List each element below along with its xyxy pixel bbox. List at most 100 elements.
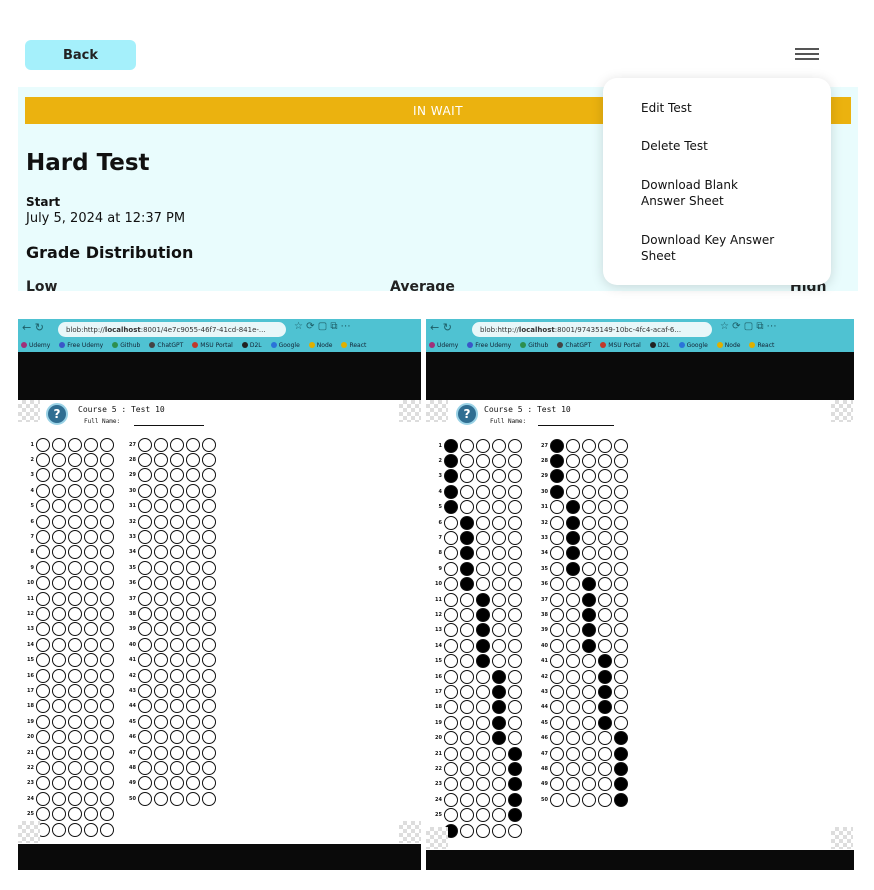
answer-bubble — [444, 453, 458, 468]
answer-bubble — [154, 791, 168, 806]
browser-nav-icons[interactable]: ← ↻ — [22, 321, 44, 334]
bookmark-github[interactable]: Github — [520, 341, 548, 349]
back-button[interactable]: Back — [25, 40, 136, 70]
answer-bubble — [492, 515, 506, 530]
answer-bubble — [444, 469, 458, 484]
answer-bubble — [476, 654, 490, 669]
bookmark-react[interactable]: React — [341, 341, 366, 349]
question-number: 32 — [541, 519, 548, 526]
answer-bubble — [36, 483, 50, 498]
question-number: 31 — [129, 503, 136, 510]
answer-bubble — [492, 530, 506, 545]
answer-bubble — [154, 468, 168, 483]
answer-bubble — [460, 607, 474, 622]
bookmark-node[interactable]: Node — [716, 341, 740, 349]
question-row: 31 — [536, 500, 630, 515]
answer-bubble — [476, 731, 490, 746]
answer-bubble — [202, 560, 216, 575]
answer-bubble — [186, 745, 200, 760]
question-row: 41 — [536, 654, 630, 669]
bookmark-github[interactable]: Github — [112, 341, 140, 349]
answer-bubble — [100, 468, 114, 483]
bookmark-node[interactable]: Node — [308, 341, 332, 349]
answer-bubble — [36, 637, 50, 652]
answer-bubble — [36, 622, 50, 637]
question-row: 50 — [536, 792, 630, 807]
answer-bubble — [444, 731, 458, 746]
answer-bubble — [508, 777, 522, 792]
answer-bubble — [444, 577, 458, 592]
bookmark-free-udemy[interactable]: Free Udemy — [467, 341, 511, 349]
answer-bubble — [68, 730, 82, 745]
answer-bubble — [582, 500, 596, 515]
menu-item-download-blank[interactable]: Download Blank Answer Sheet — [641, 177, 781, 209]
bookmark-google[interactable]: Google — [270, 341, 300, 349]
browser-action-icons[interactable]: ☆ ⟳ ▢ ⧉ ⋯ — [294, 321, 351, 332]
address-bar[interactable]: blob:http://localhost:8001/97435149-10bc… — [472, 322, 712, 337]
question-number: 15 — [27, 657, 34, 664]
answer-bubble — [582, 746, 596, 761]
bookmark-react[interactable]: React — [749, 341, 774, 349]
bookmark-udemy[interactable]: Udemy — [21, 341, 50, 349]
question-number: 6 — [438, 519, 442, 526]
address-bar[interactable]: blob:http://localhost:8001/4e7c9055-46f7… — [58, 322, 286, 337]
answer-bubble — [202, 668, 216, 683]
answer-bubble — [492, 607, 506, 622]
bookmark-chatgpt[interactable]: ChatGPT — [149, 341, 183, 349]
answer-bubble — [598, 654, 612, 669]
answer-bubble — [614, 715, 628, 730]
question-row: 8 — [430, 546, 524, 561]
answer-bubble — [202, 760, 216, 775]
answer-bubble — [444, 654, 458, 669]
answer-bubble — [36, 791, 50, 806]
menu-item-delete-test[interactable]: Delete Test — [641, 138, 708, 154]
question-number: 24 — [27, 795, 34, 802]
bookmark-icon — [308, 341, 315, 348]
answer-bubble — [52, 483, 66, 498]
answer-bubble — [492, 823, 506, 838]
bookmark-d2l[interactable]: D2L — [241, 341, 262, 349]
question-number: 31 — [541, 504, 548, 511]
menu-item-download-key[interactable]: Download Key Answer Sheet — [641, 232, 781, 264]
bookmark-chatgpt[interactable]: ChatGPT — [557, 341, 591, 349]
answer-bubble — [68, 591, 82, 606]
answer-bubble — [460, 700, 474, 715]
answer-bubble — [476, 546, 490, 561]
browser-action-icons[interactable]: ☆ ⟳ ▢ ⧉ ⋯ — [720, 321, 777, 332]
question-number: 47 — [129, 749, 136, 756]
answer-bubble — [100, 514, 114, 529]
menu-item-edit-test[interactable]: Edit Test — [641, 100, 692, 116]
answer-bubble — [170, 776, 184, 791]
answer-bubble — [68, 576, 82, 591]
answer-bubble — [52, 668, 66, 683]
question-row: 28 — [124, 452, 218, 467]
answer-bubble — [52, 468, 66, 483]
bookmark-free-udemy[interactable]: Free Udemy — [59, 341, 103, 349]
grade-distribution-heading: Grade Distribution — [26, 243, 194, 262]
question-row: 2 — [22, 452, 116, 467]
bookmark-google[interactable]: Google — [678, 341, 708, 349]
answer-bubble — [52, 529, 66, 544]
answer-bubble — [566, 607, 580, 622]
answer-bubble — [550, 731, 564, 746]
bookmark-msu-portal[interactable]: MSU Portal — [192, 341, 233, 349]
bookmark-d2l[interactable]: D2L — [649, 341, 670, 349]
question-number: 21 — [435, 750, 442, 757]
answer-bubble — [36, 760, 50, 775]
question-row: 43 — [124, 683, 218, 698]
question-row: 19 — [22, 714, 116, 729]
question-number: 13 — [435, 627, 442, 634]
question-number: 39 — [541, 627, 548, 634]
answer-bubble — [476, 777, 490, 792]
answer-bubble — [202, 529, 216, 544]
answer-bubble — [550, 623, 564, 638]
browser-nav-icons[interactable]: ← ↻ — [430, 321, 452, 334]
answer-bubble — [154, 591, 168, 606]
answer-bubble — [582, 654, 596, 669]
answer-bubble — [154, 576, 168, 591]
answer-bubble — [154, 653, 168, 668]
bookmark-udemy[interactable]: Udemy — [429, 341, 458, 349]
bookmark-msu-portal[interactable]: MSU Portal — [600, 341, 641, 349]
answer-bubble — [492, 561, 506, 576]
hamburger-menu-icon[interactable] — [795, 48, 819, 62]
